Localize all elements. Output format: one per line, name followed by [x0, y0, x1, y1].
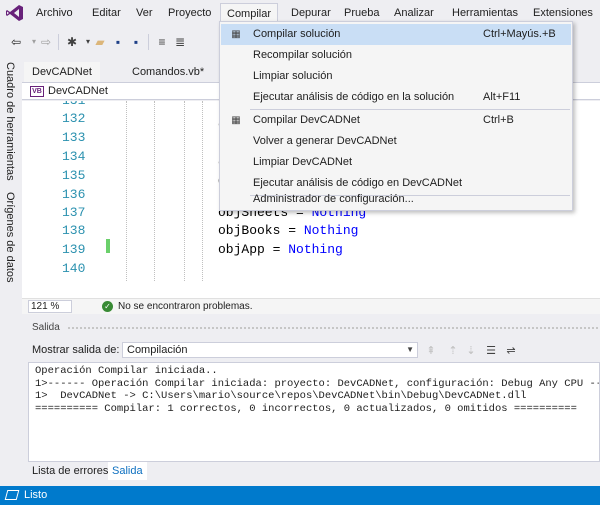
- line-number: 137: [62, 205, 86, 220]
- uncomment-icon[interactable]: ≣: [172, 34, 188, 50]
- tab-output[interactable]: Salida: [108, 462, 147, 480]
- editor-status-bar: 121 % ✓ No se encontraron problemas.: [22, 298, 600, 314]
- line-number: 140: [62, 261, 86, 276]
- line-number: 134: [62, 149, 86, 164]
- menu-proyecto[interactable]: Proyecto: [162, 3, 217, 23]
- panel-grip[interactable]: [68, 327, 598, 330]
- menu-item-limpiar-solucion[interactable]: Limpiar solución: [221, 66, 571, 87]
- status-bar: Listo: [0, 486, 600, 505]
- menu-item-shortcut: Ctrl+B: [483, 114, 514, 126]
- find-message-icon[interactable]: ⇞: [424, 344, 438, 358]
- bottom-tabs: Lista de errores Salida: [28, 460, 600, 482]
- menu-editar[interactable]: Editar: [86, 3, 127, 23]
- compilar-dropdown-menu: ▦ Compilar solución Ctrl+Mayús.+B Recomp…: [219, 21, 573, 211]
- ready-icon: [4, 490, 20, 500]
- problems-status[interactable]: No se encontraron problemas.: [118, 300, 253, 314]
- menu-item-label: Compilar DevCADNet: [253, 114, 360, 126]
- toolbar-separator: [58, 34, 59, 50]
- menu-depurar[interactable]: Depurar: [285, 3, 337, 23]
- menu-item-label: Volver a generar DevCADNet: [253, 135, 397, 147]
- menu-item-volver-generar[interactable]: Volver a generar DevCADNet: [221, 131, 571, 152]
- clear-all-icon[interactable]: ☰: [484, 344, 498, 358]
- project-name: DevCADNet: [48, 85, 108, 97]
- menu-item-compilar-solucion[interactable]: ▦ Compilar solución Ctrl+Mayús.+B: [221, 24, 571, 45]
- back-icon[interactable]: ⇦: [8, 34, 24, 50]
- left-tool-strip: Cuadro de herramientas Orígenes de datos: [0, 58, 22, 488]
- show-output-select[interactable]: Compilación ▼: [122, 342, 418, 358]
- next-message-icon[interactable]: ⇣: [464, 344, 478, 358]
- menu-item-label: Recompilar solución: [253, 49, 353, 61]
- menu-compilar[interactable]: Compilar: [220, 3, 279, 23]
- show-output-label: Mostrar salida de:: [32, 344, 120, 356]
- menu-item-administrador-configuracion[interactable]: Administrador de configuración...: [221, 189, 571, 210]
- line-number: 132: [62, 111, 86, 126]
- chevron-down-icon: ▼: [406, 345, 414, 354]
- menu-item-label: Ejecutar análisis de código en la soluci…: [253, 91, 455, 103]
- menu-ver[interactable]: Ver: [130, 3, 159, 23]
- output-title: Salida: [32, 322, 60, 333]
- change-indicator: [106, 239, 110, 253]
- new-project-icon[interactable]: ✱: [64, 34, 80, 50]
- indent-guide: [154, 101, 155, 281]
- menu-item-analisis-solucion[interactable]: Ejecutar análisis de código en la soluci…: [221, 87, 571, 108]
- menu-archivo[interactable]: Archivo: [30, 3, 79, 23]
- menu-herramientas[interactable]: Herramientas: [446, 3, 524, 23]
- word-wrap-icon[interactable]: ⇌: [504, 344, 518, 358]
- line-number: 131: [62, 101, 108, 108]
- line-number: 133: [62, 130, 86, 145]
- output-panel: Salida Mostrar salida de: Compilación ▼ …: [28, 320, 600, 462]
- build-project-icon: ▦: [231, 115, 241, 126]
- comment-icon[interactable]: ≡: [154, 34, 170, 50]
- menu-item-label: Limpiar solución: [253, 70, 333, 82]
- toolbar-separator: [148, 34, 149, 50]
- toolbox-tab[interactable]: Cuadro de herramientas: [4, 62, 16, 181]
- line-number: 138: [62, 223, 86, 238]
- menu-prueba[interactable]: Prueba: [338, 3, 385, 23]
- open-folder-icon[interactable]: ▰: [92, 34, 108, 50]
- line-number: 139: [62, 242, 86, 257]
- save-icon[interactable]: ▪: [110, 34, 126, 50]
- menu-item-label: Administrador de configuración...: [253, 193, 414, 205]
- menu-item-recompilar-solucion[interactable]: Recompilar solución: [221, 45, 571, 66]
- line-number: 135: [62, 168, 86, 183]
- code-line: objApp = Nothing: [218, 242, 343, 257]
- visual-studio-logo-icon[interactable]: [6, 4, 24, 22]
- check-icon: ✓: [102, 301, 113, 312]
- tab-error-list[interactable]: Lista de errores: [28, 462, 112, 480]
- menu-item-compilar-proyecto[interactable]: ▦ Compilar DevCADNet Ctrl+B: [221, 110, 571, 131]
- menu-extensiones[interactable]: Extensiones: [527, 3, 599, 23]
- tab-devcadnet[interactable]: DevCADNet: [24, 62, 100, 82]
- indent-guide: [126, 101, 127, 281]
- vb-project-icon: VB: [30, 86, 44, 97]
- indent-guide: [184, 101, 185, 281]
- code-line: objBooks = Nothing: [218, 223, 359, 238]
- previous-message-icon[interactable]: ⇡: [446, 344, 460, 358]
- menu-item-shortcut: Alt+F11: [483, 91, 521, 103]
- output-header: Salida: [28, 320, 600, 336]
- show-output-value: Compilación: [127, 344, 188, 356]
- data-sources-tab[interactable]: Orígenes de datos: [4, 192, 16, 283]
- menu-item-label: Limpiar DevCADNet: [253, 156, 353, 168]
- build-solution-icon: ▦: [231, 29, 241, 40]
- line-number: 136: [62, 187, 86, 202]
- menu-item-label: Compilar solución: [253, 28, 341, 40]
- status-text: Listo: [24, 489, 48, 501]
- indent-guide: [202, 101, 203, 281]
- forward-icon[interactable]: ⇨: [38, 34, 54, 50]
- project-selector[interactable]: VB DevCADNet: [30, 84, 108, 99]
- menu-analizar[interactable]: Analizar: [388, 3, 440, 23]
- output-toolbar: Mostrar salida de: Compilación ▼ ⇞ ⇡ ⇣ ☰…: [28, 338, 600, 362]
- tab-comandos-vb[interactable]: Comandos.vb*: [124, 62, 212, 82]
- save-all-icon[interactable]: ▪: [128, 34, 144, 50]
- output-log[interactable]: Operación Compilar iniciada.. 1>------ O…: [28, 362, 600, 462]
- menu-item-shortcut: Ctrl+Mayús.+B: [483, 28, 556, 40]
- menu-item-limpiar-proyecto[interactable]: Limpiar DevCADNet: [221, 152, 571, 173]
- zoom-selector[interactable]: 121 %: [28, 300, 72, 313]
